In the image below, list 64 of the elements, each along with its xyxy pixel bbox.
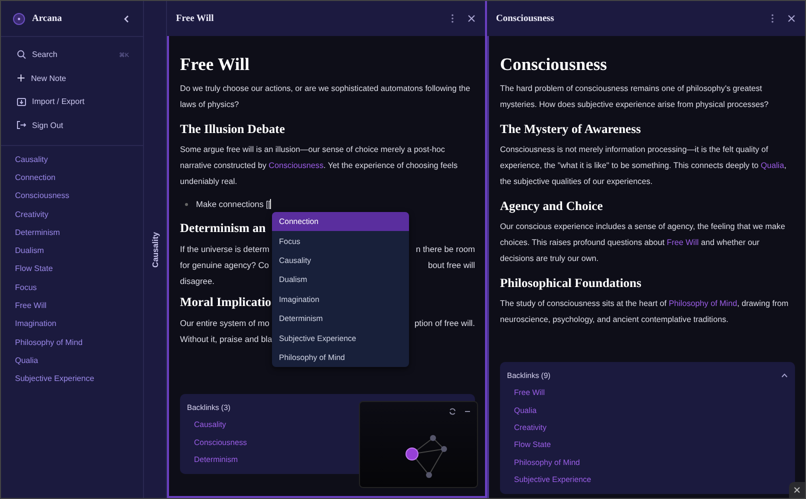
more-icon[interactable] [771,14,774,23]
close-icon[interactable] [789,482,805,498]
close-icon[interactable] [788,15,795,22]
app-name: Arcana [32,14,63,24]
bullet-icon [185,202,188,206]
pane-title: Causality [150,232,160,268]
paragraph-fragment: for genuine agency? Co [180,259,269,272]
note-link[interactable]: Philosophy of Mind [668,299,738,308]
search-icon [17,50,26,60]
paragraph: Some argue free will is an illusion—our sense of choice merely a post-hoc narrative constructed by Consciousness. Yet the experience of choosing feels undeniably real. [180,144,459,188]
close-icon[interactable] [468,15,475,22]
paragraph: The hard problem of consciousness remains one of philosophy's greatest mysteries. How does subjective experience arise from physical processes? [500,83,770,111]
note-title: Free Will [180,54,251,75]
pane-title: Free Will [176,14,215,24]
paragraph-fragment: disagree. [180,275,214,288]
pane-title: Consciousness [496,14,556,24]
note-link[interactable]: Connection [1,168,143,187]
section-heading: Moral Implicatio [180,295,272,310]
paragraph: Do we truly choose our actions, or are we sophisticated automatons following the laws of physics? [180,83,472,111]
section-heading: The Mystery of Awareness [500,122,641,137]
collapse-icon[interactable] [123,14,129,22]
note-link[interactable]: Imagination [1,314,143,333]
note-link[interactable]: Dualism [1,241,143,260]
note-link[interactable]: Philosophy of Mind [1,332,143,352]
note-title: Consciousness [500,54,608,75]
note-link[interactable]: Flow State [1,260,143,278]
paragraph-fragment: bout free will [428,259,475,272]
sign-out-icon [17,121,26,130]
section-heading: Philosophical Foundations [500,276,642,291]
note-link[interactable]: Free Will [1,296,143,315]
note-link[interactable]: Creativity [1,204,143,224]
sidebar-action[interactable]: Import / Export [1,90,143,114]
list-item: Make connections [[ [196,199,270,209]
note-link[interactable]: Qualia [760,161,784,170]
collapsed-pane[interactable]: Causality [144,1,167,498]
paragraph: The study of consciousness sits at the heart of Philosophy of Mind, drawing from neuroscience, psychology, and ancient contemplative traditions. [500,298,790,326]
sidebar-action[interactable]: Sign Out [1,114,143,137]
note-link[interactable]: Subjective Experience [1,370,143,388]
download-icon [17,98,26,106]
more-icon[interactable] [451,14,454,23]
note-link[interactable]: Consciousness [1,186,143,205]
paragraph-fragment: Without it, praise and bla [180,333,272,346]
paragraph: Consciousness is not merely information processing—it is the felt quality of experience, the "what it is like" to be something. This connects deeply to Qualia, the subjective qualities of our experiences. [500,144,788,188]
plus-icon [17,74,25,82]
paragraph-fragment: n there be room [416,243,475,256]
note-link[interactable]: Qualia [1,351,143,370]
chevron-up-icon[interactable] [781,372,788,378]
paragraph-fragment: If the universe is determ [180,243,270,256]
refresh-icon[interactable] [449,408,456,415]
section-heading: Determinism an [180,221,266,236]
section-heading: The Illusion Debate [180,122,285,137]
section-heading: Agency and Choice [500,199,603,214]
minimize-icon[interactable] [464,408,471,415]
paragraph-fragment: ption of free will. [414,317,475,330]
note-link[interactable]: Causality [1,150,143,168]
logo-icon [13,12,25,24]
paragraph-fragment: Our entire system of mo [180,317,270,330]
text-cursor [270,199,272,209]
note-link[interactable]: Free Will [666,238,699,247]
paragraph: Our conscious experience includes a sense of agency, the feeling that we make choices. This raises profound questions about Free Will and whether our decisions are truly our own. [500,221,786,265]
note-link[interactable]: Consciousness [268,161,324,170]
note-link[interactable]: Determinism [1,223,143,242]
sidebar-action[interactable]: New Note [1,66,143,90]
note-link[interactable]: Focus [1,278,143,296]
